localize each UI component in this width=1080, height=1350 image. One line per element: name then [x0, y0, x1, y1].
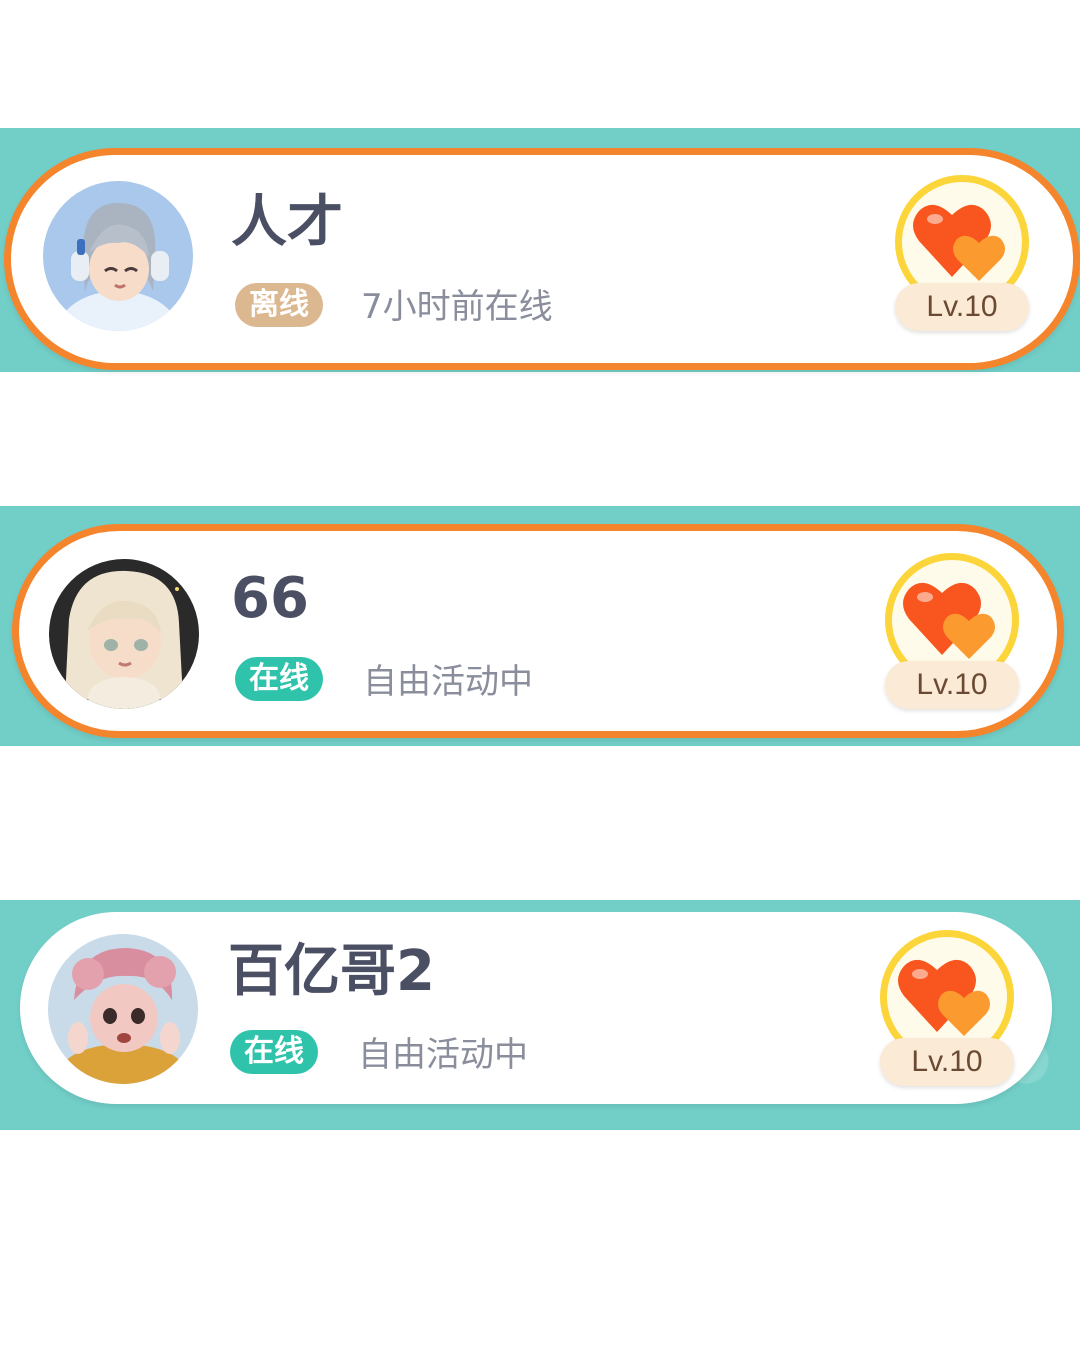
level-label: Lv.10 [880, 1038, 1014, 1086]
friend-card[interactable]: 66 在线 自由活动中 Lv.10 [12, 524, 1064, 738]
avatar[interactable] [49, 559, 199, 709]
status-badge: 在线 [235, 657, 323, 701]
avatar[interactable] [43, 181, 193, 331]
avatar[interactable] [48, 934, 198, 1084]
friend-name: 66 [231, 566, 309, 631]
friend-card[interactable]: 人才 离线 7小时前在线 Lv.10 [4, 148, 1080, 370]
friend-name: 人才 [231, 190, 343, 255]
friend-name: 百亿哥2 [228, 939, 435, 1004]
level-label: Lv.10 [885, 661, 1019, 709]
status-detail: 自由活动中 [358, 1035, 528, 1075]
status-badge: 离线 [235, 283, 323, 327]
status-detail: 自由活动中 [363, 662, 533, 702]
intimacy-level-badge[interactable]: Lv.10 [877, 553, 1027, 713]
heart-icon [913, 204, 1005, 281]
friend-card[interactable]: 百亿哥2 在线 自由活动中 Lv.10 [20, 912, 1052, 1104]
level-label: Lv.10 [895, 283, 1029, 331]
heart-icon [903, 582, 995, 659]
status-badge: 在线 [230, 1030, 318, 1074]
heart-icon [898, 959, 990, 1036]
intimacy-level-badge[interactable]: Lv.10 [887, 175, 1037, 335]
status-detail: 7小时前在线 [361, 287, 553, 327]
intimacy-level-badge[interactable]: Lv.10 [872, 930, 1022, 1090]
